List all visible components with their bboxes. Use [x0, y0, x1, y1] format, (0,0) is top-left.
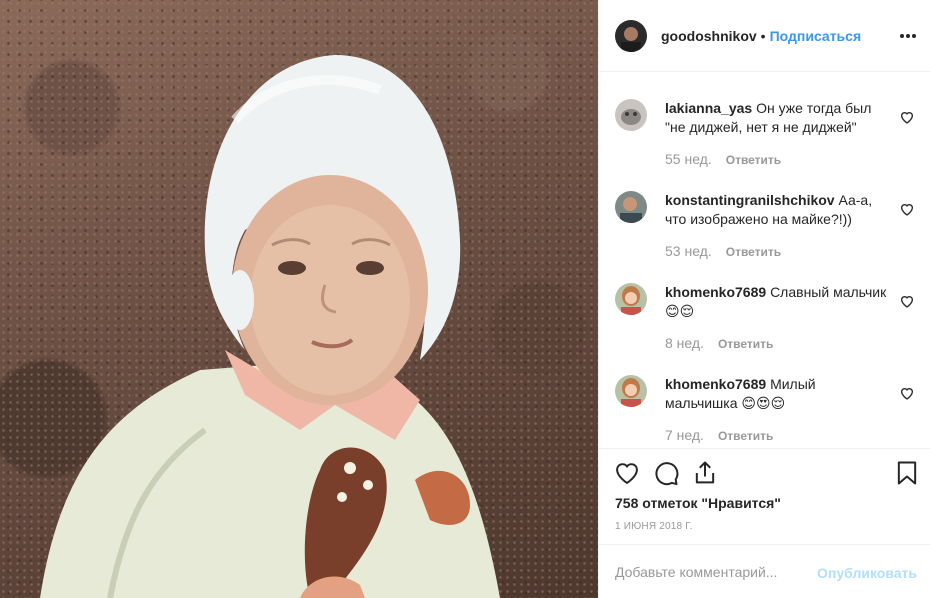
reply-button[interactable]: Ответить: [726, 245, 781, 259]
commenter-avatar[interactable]: [615, 283, 647, 315]
post-header: goodoshnikov • Подписаться: [599, 0, 930, 72]
author-username[interactable]: goodoshnikov: [661, 28, 757, 44]
more-options-icon[interactable]: [899, 26, 917, 46]
comment-age[interactable]: 7 нед.: [665, 427, 704, 443]
comment-text: konstantingranilshchikov Аа-а, что изобр…: [665, 191, 887, 229]
comment-age[interactable]: 8 нед.: [665, 335, 704, 351]
share-icon[interactable]: [691, 459, 719, 487]
header-separator: •: [760, 27, 766, 44]
commenter-avatar[interactable]: [615, 375, 647, 407]
post-sidebar: goodoshnikov • Подписаться lakianna_yas …: [598, 0, 930, 598]
comment-text: khomenko7689 Славный мальчик 😊😌: [665, 283, 887, 321]
comment-username[interactable]: lakianna_yas: [665, 100, 752, 116]
instagram-post: goodoshnikov • Подписаться lakianna_yas …: [0, 0, 930, 598]
reply-button[interactable]: Ответить: [718, 429, 773, 443]
add-comment-input[interactable]: [615, 564, 815, 580]
reply-button[interactable]: Ответить: [726, 153, 781, 167]
like-comment-heart-icon[interactable]: [899, 201, 915, 217]
comment-age[interactable]: 53 нед.: [665, 243, 712, 259]
like-heart-icon[interactable]: [613, 459, 641, 487]
likes-count[interactable]: 758 отметок "Нравится": [615, 495, 781, 511]
comment-meta: 53 нед. Ответить: [665, 243, 781, 259]
like-comment-heart-icon[interactable]: [899, 293, 915, 309]
post-actions: 758 отметок "Нравится" 1 ИЮНЯ 2018 Г.: [599, 448, 930, 544]
like-comment-heart-icon[interactable]: [899, 109, 915, 125]
save-bookmark-icon[interactable]: [893, 459, 921, 487]
comment-username[interactable]: konstantingranilshchikov: [665, 192, 835, 208]
commenter-avatar[interactable]: [615, 99, 647, 131]
author-avatar[interactable]: [615, 19, 647, 52]
comment-username[interactable]: khomenko7689: [665, 376, 766, 392]
reply-button[interactable]: Ответить: [718, 337, 773, 351]
follow-button[interactable]: Подписаться: [770, 28, 862, 44]
comment-bubble-icon[interactable]: [652, 459, 680, 487]
post-photo[interactable]: [0, 0, 598, 598]
post-date[interactable]: 1 ИЮНЯ 2018 Г.: [615, 521, 693, 532]
commenter-avatar[interactable]: [615, 191, 647, 223]
like-comment-heart-icon[interactable]: [899, 385, 915, 401]
publish-comment-button[interactable]: Опубликовать: [817, 565, 917, 581]
comment-meta: 8 нед. Ответить: [665, 335, 773, 351]
comment-meta: 7 нед. Ответить: [665, 427, 773, 443]
add-comment-bar: Опубликовать: [599, 544, 930, 598]
comment-text: khomenko7689 Милый мальчишка 😊😍😌: [665, 375, 887, 413]
child-photo-illustration: [40, 55, 500, 598]
comment-text: lakianna_yas Он уже тогда был "не диджей…: [665, 99, 887, 137]
comment-age[interactable]: 55 нед.: [665, 151, 712, 167]
comment-username[interactable]: khomenko7689: [665, 284, 766, 300]
comment-meta: 55 нед. Ответить: [665, 151, 781, 167]
comments-list[interactable]: lakianna_yas Он уже тогда был "не диджей…: [599, 73, 930, 448]
